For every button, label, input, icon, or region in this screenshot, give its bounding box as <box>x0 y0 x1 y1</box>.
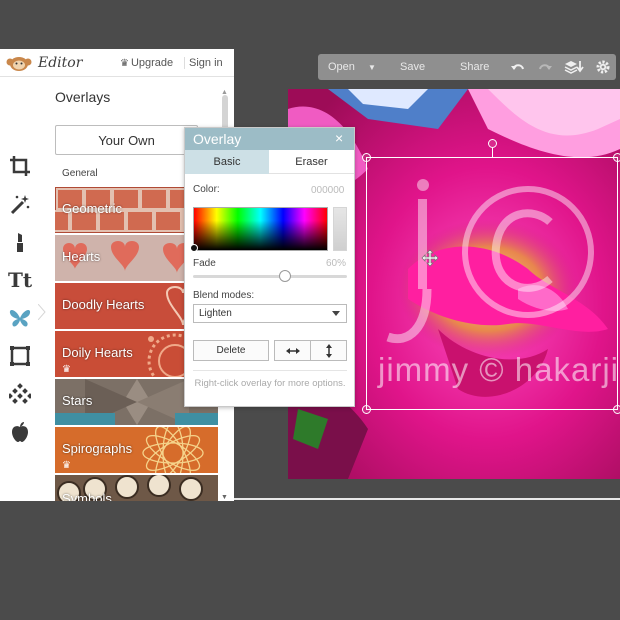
overlay-dialog: Overlay × Basic Eraser Color: 000000 Fad… <box>184 127 355 407</box>
color-picker-dot[interactable] <box>190 244 198 252</box>
overlay-selection-box[interactable] <box>366 157 618 410</box>
dialog-hint-text: Right-click overlay for more options. <box>194 378 346 389</box>
textures-tool[interactable] <box>7 381 33 407</box>
redo-icon[interactable] <box>537 59 553 75</box>
resize-handle-top-left[interactable] <box>362 153 371 162</box>
frames-tool[interactable] <box>7 343 33 369</box>
color-label: Color: <box>193 184 220 195</box>
effects-tool[interactable] <box>7 191 33 217</box>
open-menu[interactable]: Open ▼ <box>328 61 376 73</box>
chevron-down-icon <box>332 311 340 316</box>
app-name: Editor <box>38 55 83 71</box>
texture-icon <box>9 383 31 404</box>
grayscale-slider[interactable] <box>333 207 347 251</box>
scroll-down-icon[interactable]: ▼ <box>221 494 228 501</box>
resize-handle-bottom-left[interactable] <box>362 405 371 414</box>
flip-vertical-icon <box>325 343 332 358</box>
text-tool[interactable]: Tt <box>7 267 33 293</box>
tile-label: Hearts <box>62 249 101 264</box>
crop-icon <box>10 156 30 176</box>
crown-icon: ♛ <box>120 58 129 69</box>
overlays-tool[interactable] <box>7 305 33 331</box>
upgrade-label: Upgrade <box>130 57 174 69</box>
signin-link[interactable]: Sign in <box>184 57 223 69</box>
text-icon: Tt <box>7 268 33 292</box>
move-icon[interactable] <box>421 249 439 267</box>
active-tool-pointer <box>38 304 46 320</box>
blend-modes-label: Blend modes: <box>193 290 255 301</box>
monkey-logo-icon[interactable] <box>6 54 32 72</box>
tile-label: Doily Hearts <box>62 345 133 360</box>
color-hex-value[interactable]: 000000 <box>311 185 344 196</box>
touch-up-tool[interactable] <box>7 229 33 255</box>
spectrum-shade <box>194 208 327 250</box>
dialog-header[interactable]: Overlay × <box>185 128 354 150</box>
top-bar: Editor ♛ Upgrade Sign in <box>0 49 234 77</box>
themes-tool[interactable] <box>7 419 33 445</box>
overlays-panel-title: Overlays <box>55 89 111 105</box>
open-label: Open <box>328 61 355 73</box>
fade-label: Fade <box>193 258 216 269</box>
close-icon[interactable]: × <box>335 130 343 146</box>
fade-value: 60% <box>326 258 347 269</box>
flip-horizontal-icon <box>285 347 300 354</box>
blend-mode-value: Lighten <box>199 308 232 319</box>
dialog-divider <box>193 370 347 371</box>
premium-crown-icon: ♛ <box>62 364 71 375</box>
tool-sidebar: Tt <box>0 77 40 501</box>
share-button[interactable]: Share <box>460 61 489 73</box>
tab-eraser[interactable]: Eraser <box>269 150 354 174</box>
delete-button[interactable]: Delete <box>193 340 269 361</box>
fade-slider-knob[interactable] <box>279 270 292 282</box>
your-own-button[interactable]: Your Own <box>55 125 198 155</box>
tile-label: Geometric <box>62 201 122 216</box>
flip-horizontal-button[interactable] <box>274 340 311 361</box>
tab-basic[interactable]: Basic <box>185 150 269 174</box>
tile-label: Spirographs <box>62 441 133 456</box>
crop-tool[interactable] <box>7 153 33 179</box>
fade-slider-track[interactable] <box>193 275 347 278</box>
frame-icon <box>10 346 30 366</box>
caret-down-icon: ▼ <box>367 63 376 72</box>
premium-crown-icon: ♛ <box>62 460 71 471</box>
flip-vertical-button[interactable] <box>311 340 347 361</box>
lipstick-icon <box>17 233 23 252</box>
overlay-tile-spirographs[interactable]: Spirographs ♛ <box>55 427 218 473</box>
canvas-edge <box>234 498 620 500</box>
butterfly-icon <box>9 310 31 327</box>
tile-label: Stars <box>62 393 93 408</box>
category-label: General <box>62 168 98 179</box>
save-button[interactable]: Save <box>400 61 425 73</box>
resize-handle-bottom-right[interactable] <box>613 405 620 414</box>
gear-icon[interactable] <box>595 59 611 75</box>
rotate-handle[interactable] <box>488 139 497 148</box>
blend-mode-select[interactable]: Lighten <box>193 304 347 323</box>
action-bar: Open ▼ Save Share <box>318 54 616 80</box>
resize-handle-top-right[interactable] <box>613 153 620 162</box>
undo-icon[interactable] <box>510 59 526 75</box>
magic-wand-icon <box>10 195 30 215</box>
color-spectrum-picker[interactable] <box>193 207 328 251</box>
tile-label: Doodly Hearts <box>62 297 145 312</box>
apple-icon <box>12 422 28 442</box>
upgrade-link[interactable]: ♛ Upgrade <box>120 57 173 69</box>
overlay-tile-symbols[interactable]: Symbols <box>55 475 218 501</box>
tile-label: Symbols <box>62 491 112 501</box>
layers-download-icon[interactable] <box>564 59 584 75</box>
dialog-title: Overlay <box>193 131 242 147</box>
